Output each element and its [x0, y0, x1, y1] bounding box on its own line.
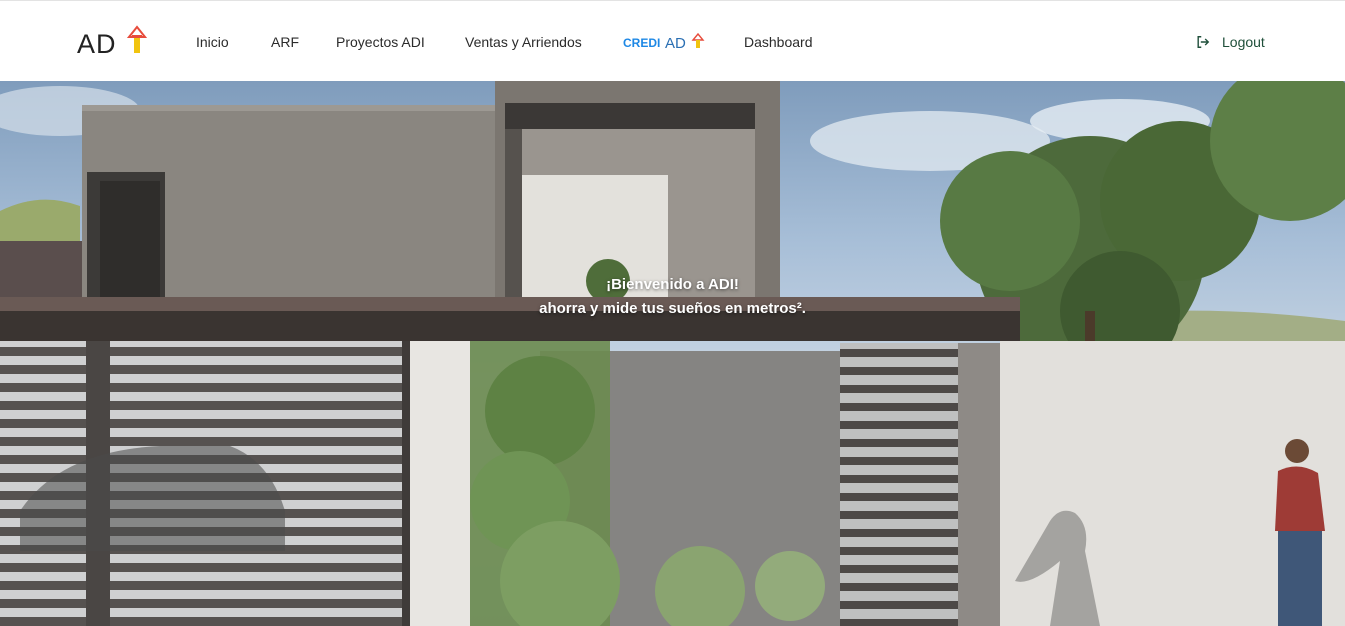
nav-item-dashboard[interactable]: Dashboard — [744, 33, 813, 51]
logout-icon — [1197, 36, 1210, 48]
nav-item-arf[interactable]: ARF — [271, 33, 299, 51]
hero-title: ¡Bienvenido a ADI! — [606, 276, 739, 293]
modern-house-facade-image — [0, 81, 1345, 626]
adi-logo-icon: AD — [77, 25, 148, 59]
nav-item-proyectos-adi[interactable]: Proyectos ADI — [336, 33, 425, 51]
credi-adi-logo-icon: CREDI AD — [623, 32, 705, 52]
svg-text:AD: AD — [665, 35, 686, 52]
hero-subtitle: ahorra y mide tus sueños en metros². — [539, 300, 806, 317]
adi-logo[interactable]: AD — [77, 23, 148, 59]
logout-button[interactable]: Logout — [1196, 32, 1265, 52]
svg-text:AD: AD — [77, 29, 117, 57]
nav-item-credi-adi[interactable]: CREDI AD — [623, 31, 707, 53]
hero-banner: ¡Bienvenido a ADI! ahorra y mide tus sue… — [0, 81, 1345, 626]
nav-item-inicio[interactable]: Inicio — [196, 33, 229, 51]
nav-item-ventas-arriendos[interactable]: Ventas y Arriendos — [465, 33, 582, 51]
svg-text:CREDI: CREDI — [623, 36, 660, 50]
top-navbar: AD Inicio ARF Proyectos ADI Ventas y Arr… — [0, 0, 1345, 81]
logout-label: Logout — [1222, 34, 1265, 50]
